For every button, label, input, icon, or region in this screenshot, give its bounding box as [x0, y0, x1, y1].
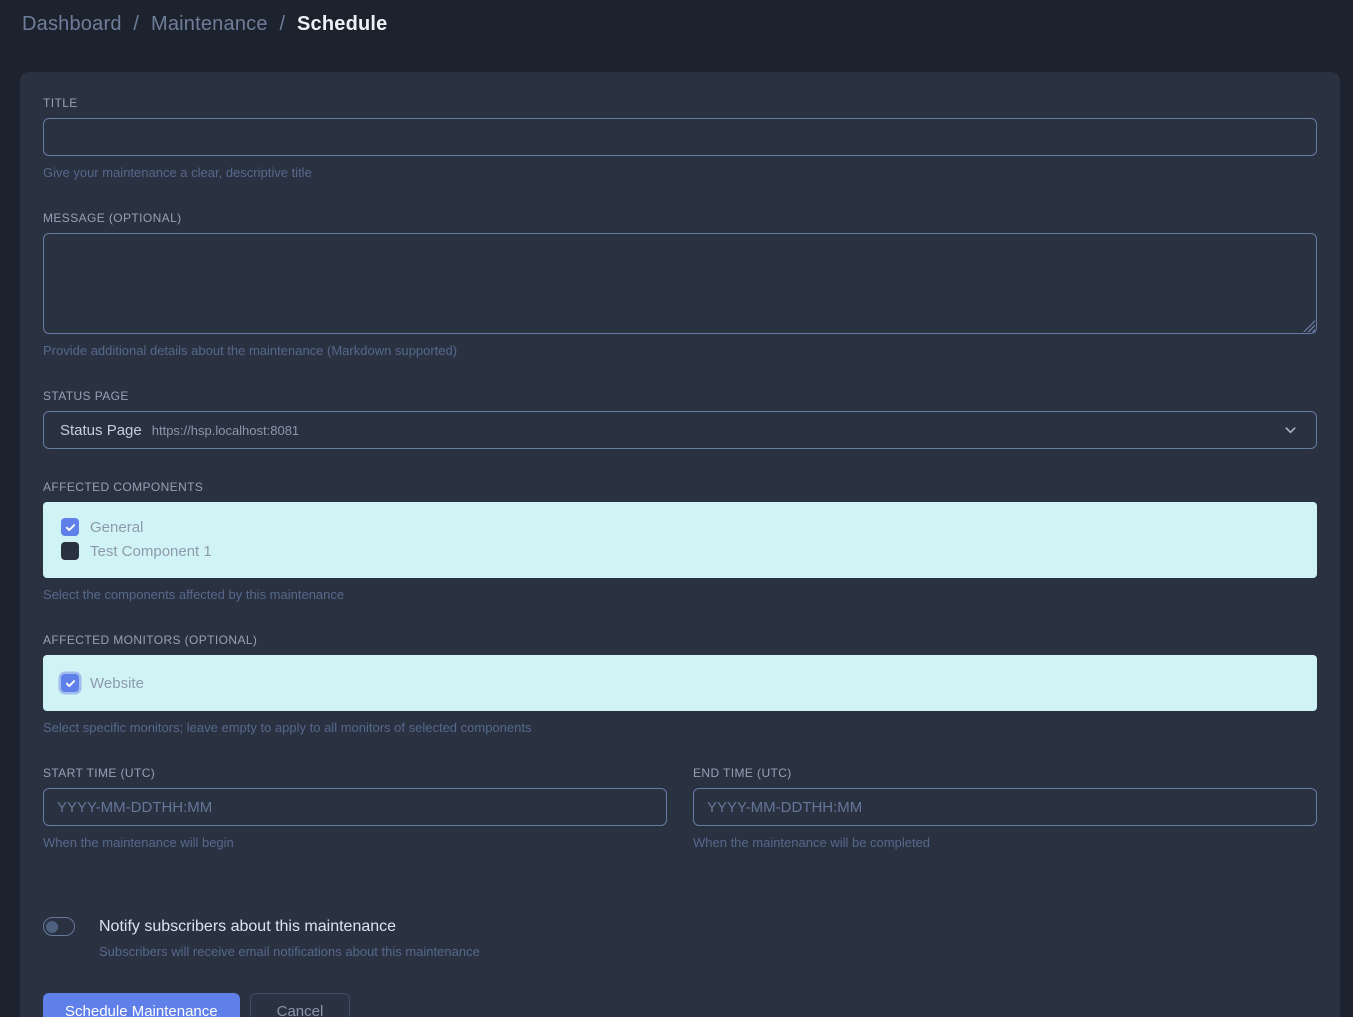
title-input[interactable]	[43, 118, 1317, 156]
status-page-field-group: STATUS PAGE Status Page https://hsp.loca…	[43, 389, 1317, 449]
status-page-label: STATUS PAGE	[43, 389, 1317, 403]
schedule-maintenance-button[interactable]: Schedule Maintenance	[43, 993, 240, 1017]
affected-components-group: AFFECTED COMPONENTS General Test Compone…	[43, 480, 1317, 602]
cancel-button[interactable]: Cancel	[250, 993, 351, 1017]
affected-monitors-listbox: Website	[43, 655, 1317, 711]
breadcrumb-current-schedule: Schedule	[297, 13, 388, 35]
affected-monitors-label: AFFECTED MONITORS (OPTIONAL)	[43, 633, 1317, 647]
start-time-input[interactable]	[43, 788, 667, 826]
title-field-group: TITLE Give your maintenance a clear, des…	[43, 96, 1317, 180]
component-option-label: Test Component 1	[90, 543, 212, 560]
breadcrumb: Dashboard / Maintenance / Schedule	[22, 13, 1331, 36]
start-time-label: START TIME (UTC)	[43, 766, 667, 780]
affected-monitors-helper-text: Select specific monitors; leave empty to…	[43, 720, 1317, 735]
chevron-down-icon	[1283, 423, 1298, 438]
end-time-input[interactable]	[693, 788, 1317, 826]
message-field-group: MESSAGE (OPTIONAL) Provide additional de…	[43, 211, 1317, 358]
monitor-option-website[interactable]: Website	[43, 671, 1317, 695]
component-option-general[interactable]: General	[43, 515, 1317, 539]
notify-subscribers-toggle[interactable]	[43, 917, 75, 936]
status-page-selected-name: Status Page	[60, 422, 142, 439]
affected-monitors-group: AFFECTED MONITORS (OPTIONAL) Website Sel…	[43, 633, 1317, 735]
component-option-test-component-1[interactable]: Test Component 1	[43, 539, 1317, 563]
end-time-label: END TIME (UTC)	[693, 766, 1317, 780]
toggle-knob	[46, 921, 58, 933]
message-textarea[interactable]	[43, 233, 1317, 334]
breadcrumb-dashboard[interactable]: Dashboard	[22, 13, 122, 35]
top-header: Dashboard / Maintenance / Schedule	[0, 0, 1353, 48]
message-label: MESSAGE (OPTIONAL)	[43, 211, 1317, 225]
affected-components-label: AFFECTED COMPONENTS	[43, 480, 1317, 494]
checkbox-test-component-1[interactable]	[61, 542, 79, 560]
form-actions: Schedule Maintenance Cancel	[43, 993, 1317, 1017]
breadcrumb-maintenance[interactable]: Maintenance	[151, 13, 268, 35]
time-fields-row: START TIME (UTC) When the maintenance wi…	[43, 766, 1317, 881]
start-time-group: START TIME (UTC) When the maintenance wi…	[43, 766, 667, 850]
start-time-helper-text: When the maintenance will begin	[43, 835, 667, 850]
status-page-selected-url: https://hsp.localhost:8081	[152, 423, 299, 438]
notify-subscribers-group: Notify subscribers about this maintenanc…	[43, 917, 1317, 959]
end-time-group: END TIME (UTC) When the maintenance will…	[693, 766, 1317, 850]
title-helper-text: Give your maintenance a clear, descripti…	[43, 165, 1317, 180]
message-helper-text: Provide additional details about the mai…	[43, 343, 1317, 358]
affected-components-helper-text: Select the components affected by this m…	[43, 587, 1317, 602]
component-option-label: General	[90, 519, 143, 536]
checkbox-website[interactable]	[61, 674, 79, 692]
breadcrumb-separator: /	[279, 13, 285, 35]
affected-components-listbox: General Test Component 1	[43, 502, 1317, 578]
monitor-option-label: Website	[90, 675, 144, 692]
status-page-select[interactable]: Status Page https://hsp.localhost:8081	[43, 411, 1317, 449]
end-time-helper-text: When the maintenance will be completed	[693, 835, 1317, 850]
checkbox-general[interactable]	[61, 518, 79, 536]
notify-subscribers-label[interactable]: Notify subscribers about this maintenanc…	[99, 918, 396, 936]
title-label: TITLE	[43, 96, 1317, 110]
notify-subscribers-helper-text: Subscribers will receive email notificat…	[99, 944, 1317, 959]
breadcrumb-separator: /	[133, 13, 139, 35]
schedule-maintenance-form-card: TITLE Give your maintenance a clear, des…	[20, 72, 1340, 1017]
